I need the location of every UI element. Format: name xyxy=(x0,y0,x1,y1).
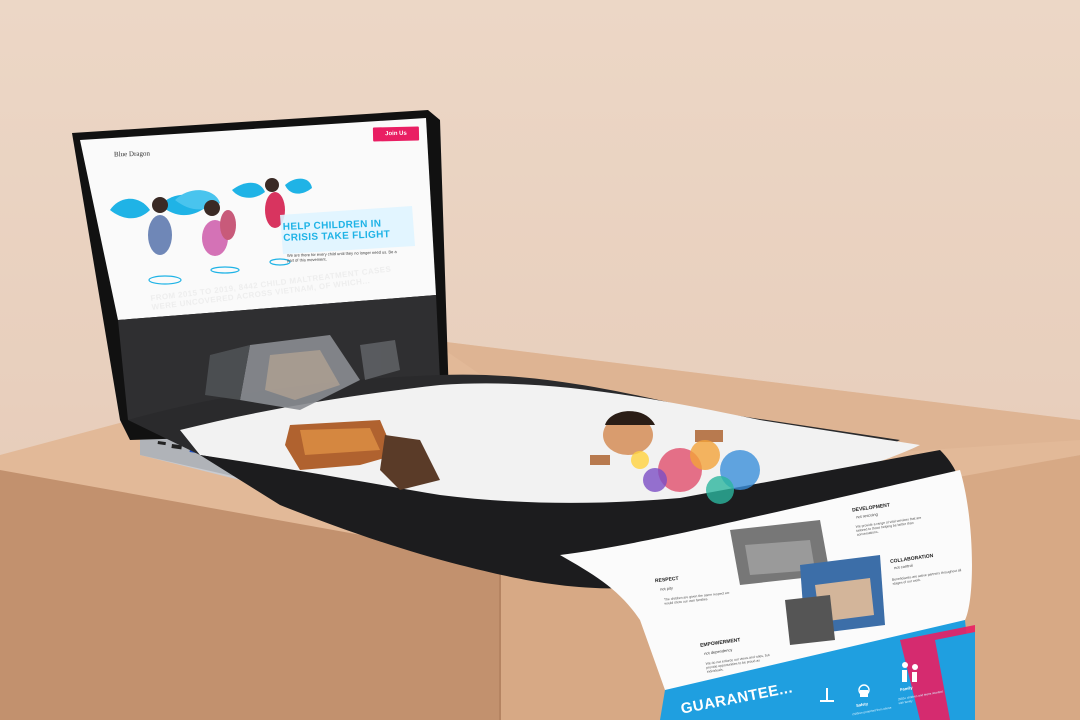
hero-headline: HELP CHILDREN IN CRISIS TAKE FLIGHT xyxy=(282,218,391,244)
website-mockup xyxy=(80,118,975,720)
site-logo: Blue Dragon xyxy=(113,149,151,159)
join-button[interactable]: Join Us xyxy=(372,126,420,142)
